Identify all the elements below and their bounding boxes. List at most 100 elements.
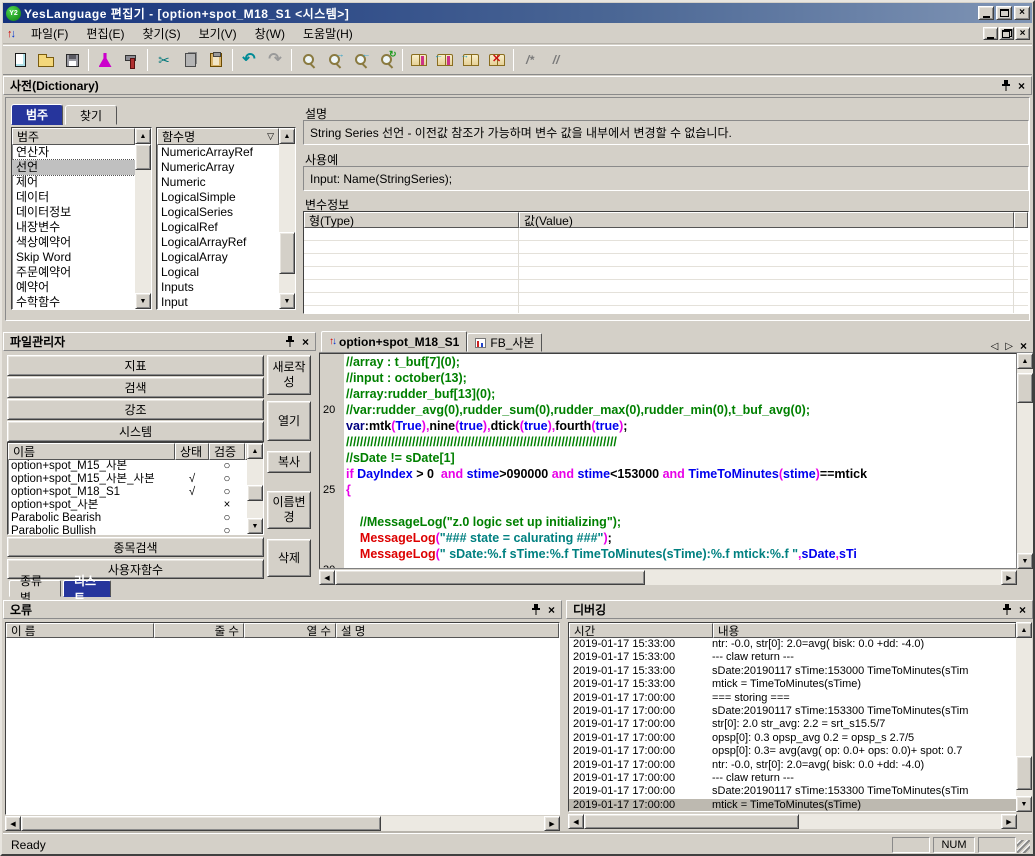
- find-again-button[interactable]: ↻: [373, 48, 399, 73]
- pin-icon[interactable]: [532, 604, 540, 615]
- scroll-up-icon[interactable]: ▲: [1017, 353, 1033, 369]
- debug-hscrollbar[interactable]: ◀ ▶: [568, 814, 1017, 829]
- table-row[interactable]: Parabolic Bearish○: [8, 512, 263, 525]
- mdi-restore-button[interactable]: [999, 27, 1014, 40]
- function-item[interactable]: NumericArray: [157, 160, 295, 175]
- code-line[interactable]: ////////////////////////////////////////…: [320, 434, 1016, 450]
- category-item[interactable]: 색상예약어: [12, 235, 151, 250]
- code-line[interactable]: //array:rudder_buf[13](0);: [320, 386, 1016, 402]
- table-row[interactable]: option+spot_M18_S1√○: [8, 486, 263, 499]
- errors-col-3[interactable]: 설 명: [336, 623, 559, 638]
- tab-list[interactable]: 리스트: [63, 580, 111, 597]
- log-row[interactable]: 2019-01-17 17:00:00--- claw return ---: [569, 772, 1016, 785]
- search-button[interactable]: [295, 48, 321, 73]
- debug-col-content[interactable]: 내용: [713, 623, 1016, 638]
- scroll-down-icon[interactable]: ▼: [279, 293, 295, 309]
- category-item[interactable]: Skip Word: [12, 250, 151, 265]
- editor-hscrollbar[interactable]: ◀ ▶: [319, 570, 1017, 585]
- debug-vscrollbar[interactable]: ▲ ▼: [1016, 622, 1032, 812]
- scroll-up-icon[interactable]: ▲: [1016, 622, 1032, 638]
- line-comment-button[interactable]: //: [543, 48, 569, 73]
- function-list-scrollbar[interactable]: ▲ ▼: [279, 128, 295, 309]
- category-item[interactable]: 주문예약어: [12, 265, 151, 280]
- errors-col-1[interactable]: 줄 수: [154, 623, 244, 638]
- mdi-minimize-button[interactable]: [983, 27, 998, 40]
- category-item[interactable]: 선언: [12, 160, 151, 175]
- code-line[interactable]: MessageLog("### state = calurating ###")…: [320, 530, 1016, 546]
- new-file-button[interactable]: [7, 48, 33, 73]
- tab-by-type[interactable]: 종류별: [9, 580, 61, 597]
- bookmark-prev-button[interactable]: ←: [432, 48, 458, 73]
- table-row[interactable]: Parabolic Bullish○: [8, 525, 263, 534]
- log-row[interactable]: 2019-01-17 15:33:00--- claw return ---: [569, 651, 1016, 664]
- editor-tab-option-spot[interactable]: ↑↓ option+spot_M18_S1: [321, 331, 467, 352]
- function-item[interactable]: Input: [157, 295, 295, 309]
- scroll-down-icon[interactable]: ▼: [1017, 553, 1033, 569]
- menu-window[interactable]: 창(W): [246, 25, 294, 43]
- maximize-button[interactable]: [996, 6, 1012, 20]
- copy-button[interactable]: 복사: [267, 451, 311, 473]
- file-list-col-1[interactable]: 상태: [175, 443, 209, 460]
- rename-button[interactable]: 이름변경: [267, 491, 311, 529]
- copy-button[interactable]: [177, 48, 203, 73]
- redo-button[interactable]: ↷: [262, 48, 288, 73]
- code-area[interactable]: //array : t_buf[7](0);//input : october(…: [319, 353, 1017, 569]
- resize-grip-icon[interactable]: [1017, 840, 1030, 853]
- category-item[interactable]: 데이터정보: [12, 205, 151, 220]
- category-highlight-button[interactable]: 강조: [7, 399, 264, 420]
- code-line[interactable]: 25{: [320, 482, 1016, 498]
- delete-button[interactable]: 삭제: [267, 539, 311, 577]
- find-prev-button[interactable]: ←: [347, 48, 373, 73]
- function-item[interactable]: LogicalArrayRef: [157, 235, 295, 250]
- close-icon[interactable]: ×: [1020, 340, 1027, 352]
- log-row[interactable]: 2019-01-17 15:33:00ntr: -0.0, str[0]: 2.…: [569, 638, 1016, 651]
- code-line[interactable]: //MessageLog("z.0 logic set up initializ…: [320, 514, 1016, 530]
- close-icon[interactable]: ×: [302, 336, 309, 348]
- symbol-search-button[interactable]: 종목검색: [7, 537, 264, 557]
- scroll-down-icon[interactable]: ▼: [135, 293, 151, 309]
- code-line[interactable]: var:mtk(True),nine(true),dtick(true),fou…: [320, 418, 1016, 434]
- errors-col-2[interactable]: 열 수: [244, 623, 336, 638]
- function-list-header[interactable]: 함수명▽: [157, 128, 279, 145]
- code-line[interactable]: [320, 498, 1016, 514]
- scroll-left-icon[interactable]: ◀: [5, 816, 21, 831]
- log-row[interactable]: 2019-01-17 17:00:00 sDate:20190117 sTime…: [569, 785, 1016, 798]
- category-system-button[interactable]: 시스템: [7, 421, 264, 442]
- category-item[interactable]: 제어: [12, 175, 151, 190]
- category-item[interactable]: 수학함수: [12, 295, 151, 309]
- category-item[interactable]: 예약어: [12, 280, 151, 295]
- tab-next-icon[interactable]: ▷: [1005, 341, 1013, 352]
- log-row[interactable]: 2019-01-17 17:00:00ntr: -0.0, str[0]: 2.…: [569, 759, 1016, 772]
- function-item[interactable]: LogicalRef: [157, 220, 295, 235]
- varinfo-col-type[interactable]: 형(Type): [304, 212, 519, 228]
- category-list-header[interactable]: 범주: [12, 128, 135, 145]
- log-row[interactable]: 2019-01-17 15:33:00 sDate:20190117 sTime…: [569, 665, 1016, 678]
- bookmark-clear-button[interactable]: ✕: [484, 48, 510, 73]
- code-line[interactable]: //input : october(13);: [320, 370, 1016, 386]
- function-item[interactable]: Numeric: [157, 175, 295, 190]
- table-row[interactable]: option+spot_사본×: [8, 499, 263, 512]
- scroll-left-icon[interactable]: ◀: [568, 814, 584, 829]
- function-item[interactable]: Logical: [157, 265, 295, 280]
- code-line[interactable]: 30: [320, 562, 1016, 569]
- undo-button[interactable]: ↶: [236, 48, 262, 73]
- file-list-col-2[interactable]: 검증: [209, 443, 245, 460]
- function-item[interactable]: LogicalArray: [157, 250, 295, 265]
- paste-button[interactable]: [203, 48, 229, 73]
- verify-button[interactable]: [92, 48, 118, 73]
- menu-help[interactable]: 도움말(H): [294, 25, 362, 43]
- code-line[interactable]: if DayIndex > 0 and stime>090000 and sti…: [320, 466, 1016, 482]
- code-line[interactable]: //array : t_buf[7](0);: [320, 354, 1016, 370]
- log-row[interactable]: 2019-01-17 17:00:00str[0]: 2.0 str_avg: …: [569, 718, 1016, 731]
- tab-category[interactable]: 범주: [11, 104, 63, 125]
- tab-prev-icon[interactable]: ◁: [991, 341, 999, 352]
- errors-col-0[interactable]: 이 름: [6, 623, 154, 638]
- pin-icon[interactable]: [286, 336, 294, 347]
- log-row[interactable]: 2019-01-17 17:00:00mtick = TimeToMinutes…: [569, 799, 1016, 811]
- category-item[interactable]: 연산자: [12, 145, 151, 160]
- close-icon[interactable]: ×: [1018, 80, 1025, 92]
- open-file-button[interactable]: [33, 48, 59, 73]
- pin-icon[interactable]: [1003, 604, 1011, 615]
- tools-button[interactable]: [118, 48, 144, 73]
- category-item[interactable]: 데이터: [12, 190, 151, 205]
